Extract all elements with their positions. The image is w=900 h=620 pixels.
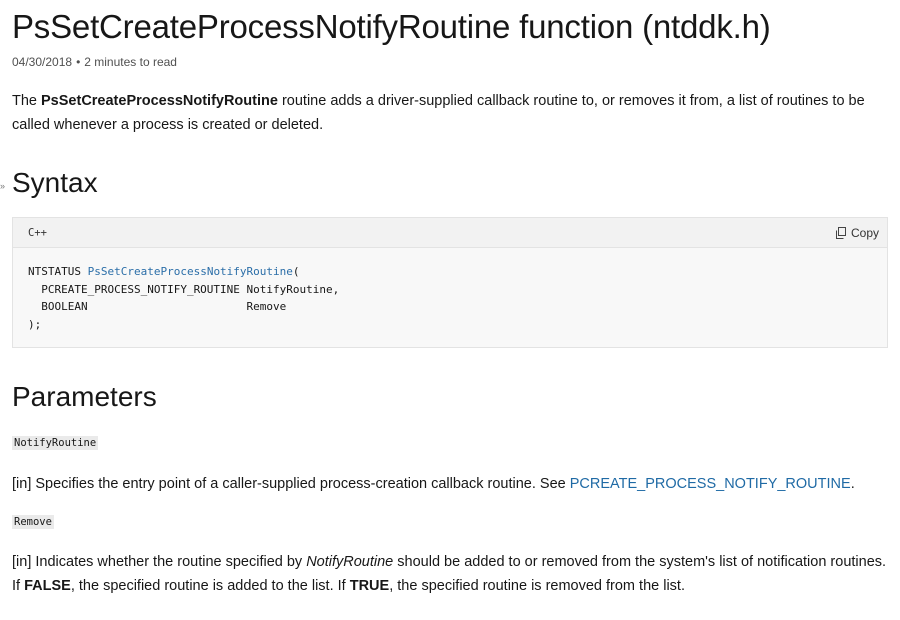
code-line-3: BOOLEAN Remove — [28, 300, 287, 313]
pcreate-process-notify-routine-link[interactable]: PCREATE_PROCESS_NOTIFY_ROUTINE — [570, 476, 851, 492]
remove-desc-part-4: , the specified routine is removed from … — [389, 578, 685, 594]
side-marker: » — [0, 181, 6, 191]
remove-desc-part-3: , the specified routine is added to the … — [70, 578, 350, 594]
remove-desc-true: TRUE — [349, 578, 390, 594]
code-line-4: ); — [28, 317, 42, 331]
copy-label: Copy — [850, 226, 879, 240]
remove-desc-false: FALSE — [24, 578, 71, 594]
intro-prefix: The — [12, 93, 42, 109]
code-function-name: PsSetCreateProcessNotifyRoutine — [87, 265, 293, 278]
intro-function-name: PsSetCreateProcessNotifyRoutine — [41, 93, 278, 109]
notify-desc-prefix: [in] Specifies the entry point of a call… — [12, 476, 570, 492]
article-metadata: 04/30/2018 • 2 minutes to read — [12, 55, 177, 69]
syntax-code-block: C++ Copy NTSTATUS PsSetCreateProcessNoti… — [12, 217, 888, 348]
notify-desc-suffix: . — [850, 476, 855, 492]
code-block-header: C++ Copy — [13, 218, 887, 248]
param-name-remove: Remove — [12, 515, 54, 529]
parameters-heading: Parameters — [12, 381, 157, 412]
param-desc-notifyroutine: [in] Specifies the entry point of a call… — [12, 472, 892, 496]
copy-icon — [835, 227, 846, 239]
param-desc-remove: [in] Indicates whether the routine speci… — [12, 550, 892, 598]
code-line-1: NTSTATUS PsSetCreateProcessNotifyRoutine… — [28, 263, 887, 281]
meta-separator: • — [76, 55, 81, 69]
code-body: NTSTATUS PsSetCreateProcessNotifyRoutine… — [13, 248, 887, 333]
code-line-2: PCREATE_PROCESS_NOTIFY_ROUTINE NotifyRou… — [28, 282, 340, 296]
remove-desc-italic: NotifyRoutine — [306, 554, 394, 570]
code-return-type: NTSTATUS — [28, 265, 88, 278]
param-name-notifyroutine: NotifyRoutine — [12, 436, 99, 450]
intro-paragraph: The PsSetCreateProcessNotifyRoutine rout… — [12, 89, 888, 137]
page-title: PsSetCreateProcessNotifyRoutine function… — [12, 8, 771, 45]
syntax-heading: Syntax — [12, 167, 98, 198]
read-time: 2 minutes to read — [84, 55, 177, 69]
remove-desc-part-1: [in] Indicates whether the routine speci… — [12, 554, 307, 570]
publish-date: 04/30/2018 — [12, 55, 73, 69]
code-language-label: C++ — [28, 227, 47, 239]
code-open-paren: ( — [292, 265, 300, 278]
copy-button[interactable]: Copy — [835, 224, 879, 242]
